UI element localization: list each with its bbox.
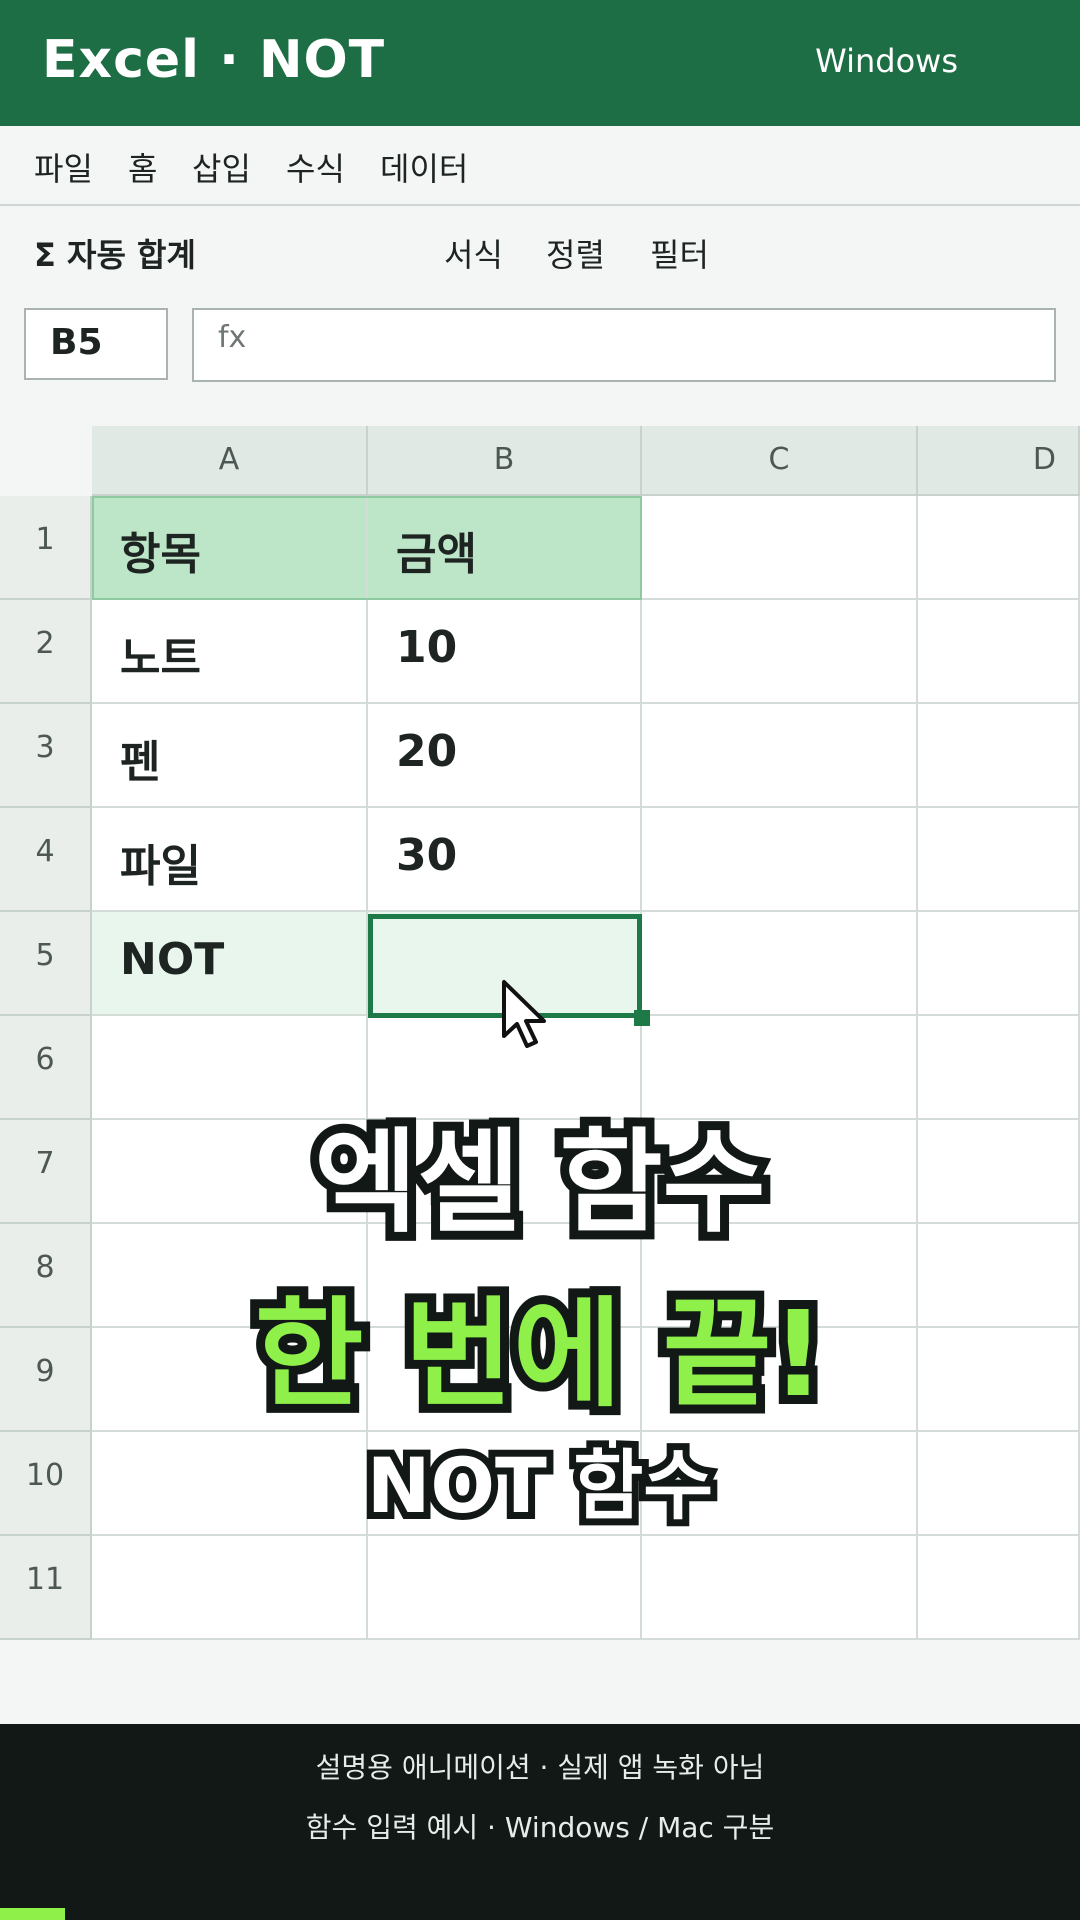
- cell-b3[interactable]: 20: [368, 704, 642, 808]
- progress-bar: [0, 1908, 65, 1920]
- row-header-11[interactable]: 11: [0, 1536, 92, 1640]
- cell-d11[interactable]: [918, 1536, 1080, 1640]
- menu-formulas[interactable]: 수식: [286, 144, 345, 190]
- cell-c3[interactable]: [642, 704, 918, 808]
- row-header-4[interactable]: 4: [0, 808, 92, 912]
- overlay-headline: 엑셀 함수: [305, 1109, 774, 1257]
- cell-a5-text: NOT: [120, 934, 225, 985]
- row-header-2[interactable]: 2: [0, 600, 92, 704]
- menu-file[interactable]: 파일: [34, 144, 93, 190]
- filter-button[interactable]: 필터: [650, 230, 709, 276]
- menu-bar: 파일 홈 삽입 수식 데이터: [0, 126, 1080, 206]
- cell-a4[interactable]: 파일: [92, 808, 368, 912]
- cell-c11[interactable]: [642, 1536, 918, 1640]
- menu-data[interactable]: 데이터: [380, 144, 468, 190]
- cell-a11[interactable]: [92, 1536, 368, 1640]
- column-header-d[interactable]: D: [918, 426, 1080, 496]
- column-header-a[interactable]: A: [92, 426, 368, 496]
- menu-insert[interactable]: 삽입: [192, 144, 251, 190]
- column-header-c[interactable]: C: [642, 426, 918, 496]
- cell-a2[interactable]: 노트: [92, 600, 368, 704]
- cell-c2[interactable]: [642, 600, 918, 704]
- format-button[interactable]: 서식: [444, 230, 503, 276]
- overlay-subtitle: NOT 함수: [360, 1434, 720, 1537]
- cell-a3[interactable]: 펜: [92, 704, 368, 808]
- cell-b1-text: 금액: [396, 529, 477, 580]
- mouse-cursor-icon: [502, 980, 546, 1048]
- cell-a3-text: 펜: [120, 737, 161, 788]
- cell-a5[interactable]: NOT: [92, 912, 368, 1016]
- autosum-button[interactable]: Σ 자동 합계: [34, 230, 196, 276]
- grid-corner: [0, 426, 92, 496]
- os-label: Windows: [815, 42, 958, 80]
- fill-handle[interactable]: [634, 1010, 650, 1026]
- footer-bar: 설명용 애니메이션 · 실제 앱 녹화 아님 함수 입력 예시 · Window…: [0, 1724, 1080, 1920]
- name-box-value: B5: [50, 322, 103, 363]
- menu-home[interactable]: 홈: [128, 144, 157, 190]
- row-header-1[interactable]: 1: [0, 496, 92, 600]
- row-header-3[interactable]: 3: [0, 704, 92, 808]
- column-header-b[interactable]: B: [368, 426, 642, 496]
- cell-d4[interactable]: [918, 808, 1080, 912]
- cell-b4[interactable]: 30: [368, 808, 642, 912]
- cell-d3[interactable]: [918, 704, 1080, 808]
- title-bar: Excel · NOT Windows: [0, 0, 1080, 126]
- cell-a1[interactable]: 항목: [92, 496, 368, 600]
- footer-disclaimer: 설명용 애니메이션 · 실제 앱 녹화 아님: [315, 1751, 765, 1784]
- overlay-highlight: 한 번에 끝!: [246, 1276, 834, 1432]
- cell-d2[interactable]: [918, 600, 1080, 704]
- cell-a2-text: 노트: [120, 633, 201, 684]
- cell-c1[interactable]: [642, 496, 918, 600]
- cell-b11[interactable]: [368, 1536, 642, 1640]
- cell-b2-text: 10: [396, 622, 458, 673]
- cell-c5[interactable]: [642, 912, 918, 1016]
- cell-b4-text: 30: [396, 830, 458, 881]
- cell-a1-text: 항목: [120, 529, 201, 580]
- formula-bar[interactable]: fx: [192, 308, 1056, 382]
- cell-d5[interactable]: [918, 912, 1080, 1016]
- cell-b2[interactable]: 10: [368, 600, 642, 704]
- cell-b3-text: 20: [396, 726, 458, 777]
- cell-c4[interactable]: [642, 808, 918, 912]
- row-header-5[interactable]: 5: [0, 912, 92, 1016]
- cell-b1[interactable]: 금액: [368, 496, 642, 600]
- footer-note: 함수 입력 예시 · Windows / Mac 구분: [305, 1811, 775, 1844]
- cell-d1[interactable]: [918, 496, 1080, 600]
- name-box[interactable]: B5: [24, 308, 168, 380]
- app-title: Excel · NOT: [42, 30, 386, 90]
- sort-button[interactable]: 정렬: [546, 230, 605, 276]
- ribbon: Σ 자동 합계 서식 정렬 필터: [0, 206, 1080, 296]
- cell-a4-text: 파일: [120, 841, 201, 892]
- fx-icon: fx: [218, 320, 247, 355]
